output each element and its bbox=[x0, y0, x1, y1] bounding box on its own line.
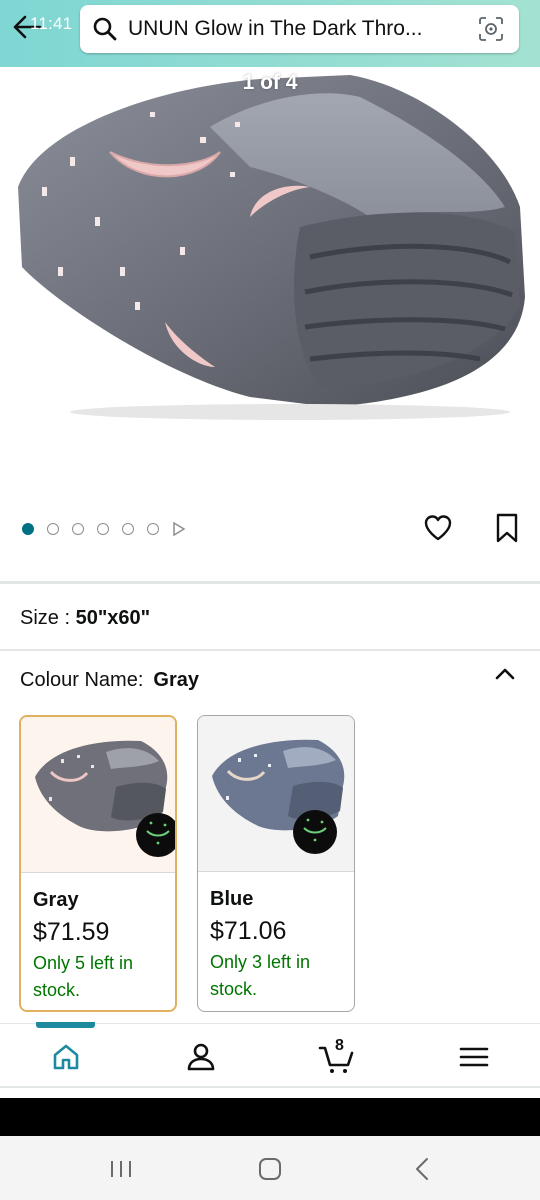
blue-blanket-thumbnail bbox=[212, 739, 345, 854]
divider bbox=[0, 649, 540, 651]
wishlist-button[interactable] bbox=[423, 513, 453, 543]
gallery-dot[interactable] bbox=[47, 523, 59, 535]
status-time: 11:41 bbox=[30, 14, 73, 33]
home-icon bbox=[53, 1044, 79, 1070]
gallery-dot[interactable] bbox=[72, 523, 84, 535]
back-icon[interactable] bbox=[408, 1154, 438, 1184]
search-bar[interactable]: UNUN Glow in The Dark Thro... bbox=[80, 5, 519, 53]
gallery-dot[interactable] bbox=[122, 523, 134, 535]
chevron-up-icon[interactable] bbox=[494, 665, 516, 683]
colour-label: Colour Name: bbox=[20, 669, 144, 691]
size-label: Size : bbox=[20, 607, 76, 629]
gray-blanket-thumbnail bbox=[35, 740, 175, 857]
size-value: 50"x60" bbox=[75, 607, 151, 629]
home-circle-icon[interactable] bbox=[255, 1154, 285, 1184]
top-header: 11:41 UNUN Glow in The Dark Thro... bbox=[0, 0, 540, 67]
recent-apps-icon[interactable] bbox=[106, 1154, 136, 1184]
gallery-dot[interactable] bbox=[97, 523, 109, 535]
swatch-name: Gray bbox=[33, 889, 79, 911]
save-button[interactable] bbox=[494, 512, 520, 544]
search-query[interactable]: UNUN Glow in The Dark Thro... bbox=[128, 17, 468, 41]
swatch-stock: Only 3 left in stock. bbox=[210, 952, 311, 999]
play-video-icon[interactable] bbox=[172, 522, 186, 536]
account-icon bbox=[187, 1043, 215, 1071]
cart-count: 8 bbox=[335, 1037, 344, 1054]
swatch-image bbox=[198, 716, 354, 872]
image-counter: 1 of 4 bbox=[242, 71, 298, 94]
nav-home[interactable] bbox=[48, 1039, 84, 1075]
swatch-name: Blue bbox=[210, 888, 254, 910]
size-row: Size : 50"x60" bbox=[20, 607, 150, 630]
bookmark-icon bbox=[496, 513, 518, 543]
colour-value: Gray bbox=[153, 669, 199, 691]
menu-icon bbox=[459, 1047, 489, 1067]
nav-menu[interactable] bbox=[456, 1039, 492, 1075]
gallery-dot[interactable] bbox=[22, 523, 34, 535]
colour-row[interactable]: Colour Name: Gray bbox=[20, 669, 199, 692]
swatch-price: $71.59 bbox=[33, 918, 110, 946]
swatch-price: $71.06 bbox=[210, 917, 287, 945]
bottom-nav: 8 bbox=[0, 1025, 540, 1087]
camera-lens-icon[interactable] bbox=[477, 15, 505, 43]
search-icon bbox=[93, 17, 117, 41]
gallery-dots[interactable] bbox=[22, 521, 186, 537]
product-page: 11:41 UNUN Glow in The Dark Thro... 1 of… bbox=[0, 0, 540, 1200]
nav-account[interactable] bbox=[183, 1039, 219, 1075]
swatch-stock: Only 5 left in stock. bbox=[33, 953, 134, 1000]
blanket-image bbox=[18, 75, 525, 420]
nav-active-indicator bbox=[36, 1022, 95, 1028]
swatch-image bbox=[21, 717, 175, 873]
swatch-gray[interactable]: Gray $71.59 Only 5 left in stock. bbox=[19, 715, 177, 1012]
nav-cart[interactable]: 8 bbox=[318, 1037, 354, 1075]
divider bbox=[0, 581, 540, 584]
divider bbox=[0, 1086, 540, 1088]
gallery-dot[interactable] bbox=[147, 523, 159, 535]
product-image[interactable] bbox=[0, 67, 540, 497]
heart-icon bbox=[424, 515, 452, 541]
system-nav-bar bbox=[0, 1136, 540, 1200]
system-band bbox=[0, 1098, 540, 1136]
swatch-blue[interactable]: Blue $71.06 Only 3 left in stock. bbox=[197, 715, 355, 1012]
